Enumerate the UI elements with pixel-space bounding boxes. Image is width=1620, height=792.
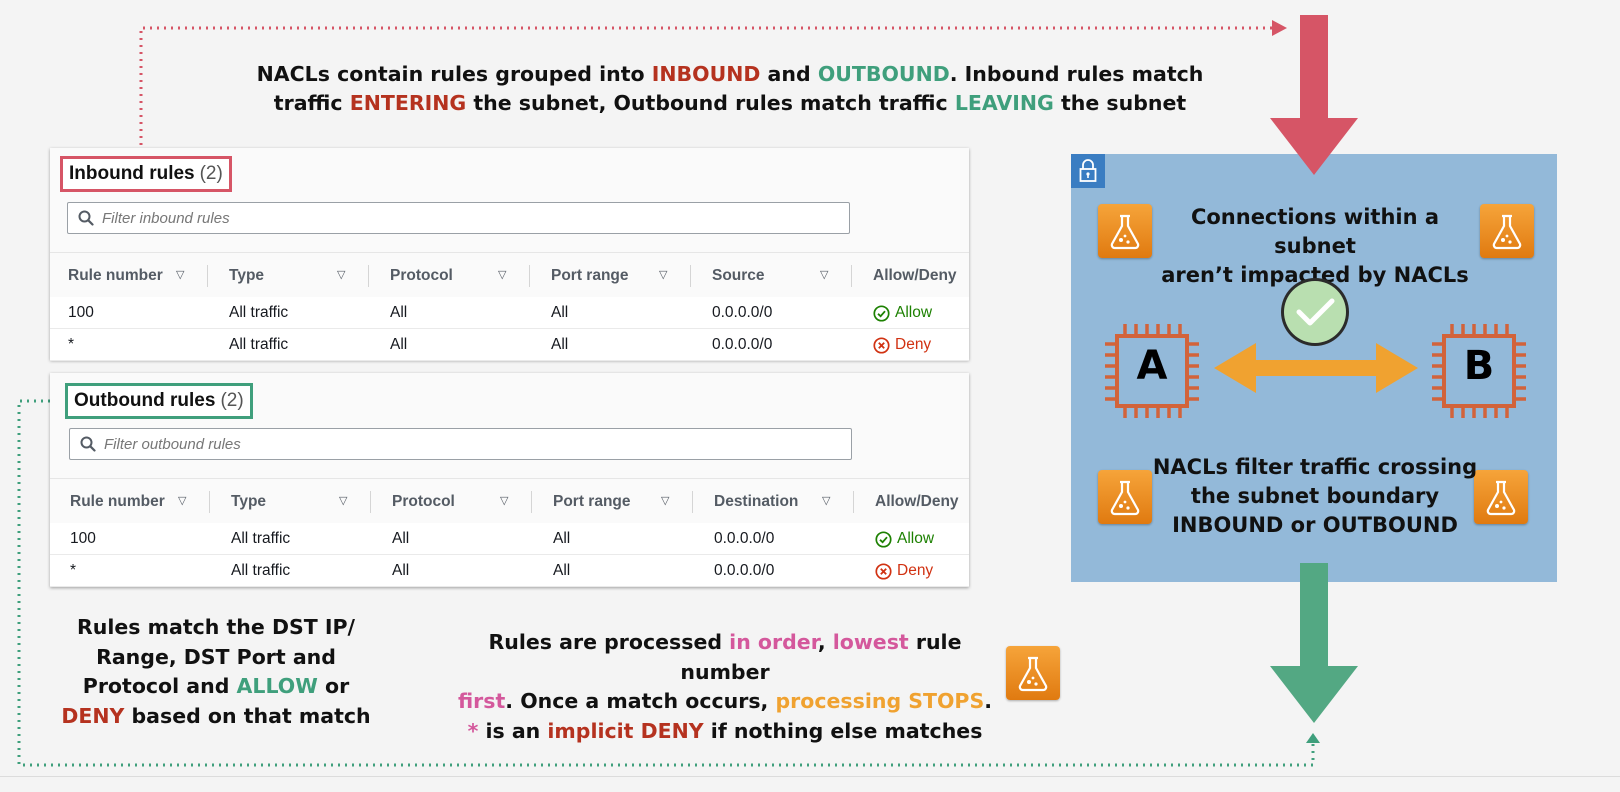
node-b-label: B (1463, 343, 1495, 389)
sort-icon[interactable]: ▽ (178, 494, 186, 507)
outbound-search-placeholder: Filter outbound rules (104, 435, 241, 453)
search-icon (80, 436, 96, 452)
col-rule-number[interactable]: Rule number (68, 253, 163, 299)
col-protocol[interactable]: Protocol (390, 253, 453, 299)
flask-icon (1006, 646, 1060, 700)
sort-icon[interactable]: ▽ (337, 268, 345, 281)
processing-order-text: Rules are processed in order, lowest rul… (457, 630, 993, 743)
check-circle-icon (1281, 278, 1349, 346)
table-row[interactable]: * All traffic All All 0.0.0.0/0 Deny (50, 555, 969, 587)
x-circle-icon (875, 562, 892, 580)
col-destination[interactable]: Destination (714, 479, 798, 525)
outbound-table-header: Rule number ▽ Type ▽ Protocol ▽ Port ran… (50, 478, 969, 524)
lock-icon (1071, 154, 1105, 188)
flask-icon (1474, 470, 1528, 524)
match-criteria-text: Rules match the DST IP/ Range, DST Port … (61, 615, 371, 728)
flask-icon (1098, 470, 1152, 524)
sort-icon[interactable]: ▽ (176, 268, 184, 281)
inbound-search-input[interactable]: Filter inbound rules (67, 202, 850, 234)
col-rule-number[interactable]: Rule number (70, 479, 165, 525)
col-port-range[interactable]: Port range (553, 479, 631, 525)
inbound-rules-panel: Inbound rules (2) Filter inbound rules Ru… (50, 148, 969, 361)
down-arrow-icon (1270, 15, 1358, 175)
outbound-rules-title: Outbound rules (2) (65, 383, 253, 419)
sort-icon[interactable]: ▽ (339, 494, 347, 507)
sort-icon[interactable]: ▽ (659, 268, 667, 281)
inbound-table-header: Rule number ▽ Type ▽ Protocol ▽ Port ran… (50, 252, 969, 298)
node-a-label: A (1136, 343, 1168, 389)
col-allow-deny[interactable]: Allow/Deny (873, 253, 957, 299)
col-source[interactable]: Source (712, 253, 765, 299)
check-circle-icon (875, 530, 892, 548)
sort-icon[interactable]: ▽ (661, 494, 669, 507)
status-allow: Allow (875, 523, 934, 555)
outbound-rules-panel: Outbound rules (2) Filter outbound rules … (50, 373, 969, 587)
inbound-search-placeholder: Filter inbound rules (102, 209, 230, 227)
header-text: NACLs contain rules grouped into INBOUND… (256, 62, 1204, 115)
status-deny: Deny (873, 329, 931, 361)
col-allow-deny[interactable]: Allow/Deny (875, 479, 959, 525)
sort-icon[interactable]: ▽ (822, 494, 830, 507)
col-protocol[interactable]: Protocol (392, 479, 455, 525)
divider (0, 776, 1620, 777)
status-allow: Allow (873, 297, 932, 329)
outbound-search-input[interactable]: Filter outbound rules (69, 428, 852, 460)
flask-icon (1480, 204, 1534, 258)
table-row[interactable]: 100 All traffic All All 0.0.0.0/0 Allow (50, 297, 969, 329)
col-type[interactable]: Type (231, 479, 266, 525)
check-circle-icon (873, 304, 890, 322)
inbound-rules-title: Inbound rules (2) (60, 156, 232, 192)
status-deny: Deny (875, 555, 933, 587)
col-type[interactable]: Type (229, 253, 264, 299)
sort-icon[interactable]: ▽ (820, 268, 828, 281)
sort-icon[interactable]: ▽ (500, 494, 508, 507)
table-row[interactable]: 100 All traffic All All 0.0.0.0/0 Allow (50, 523, 969, 555)
table-row[interactable]: * All traffic All All 0.0.0.0/0 Deny (50, 329, 969, 361)
double-arrow-icon (1214, 343, 1418, 393)
search-icon (78, 210, 94, 226)
flask-icon (1098, 204, 1152, 258)
sort-icon[interactable]: ▽ (498, 268, 506, 281)
down-arrow-icon (1270, 563, 1358, 723)
diagram-bottom-text: NACLs filter traffic crossing the subnet… (1152, 455, 1478, 537)
col-port-range[interactable]: Port range (551, 253, 629, 299)
x-circle-icon (873, 336, 890, 354)
